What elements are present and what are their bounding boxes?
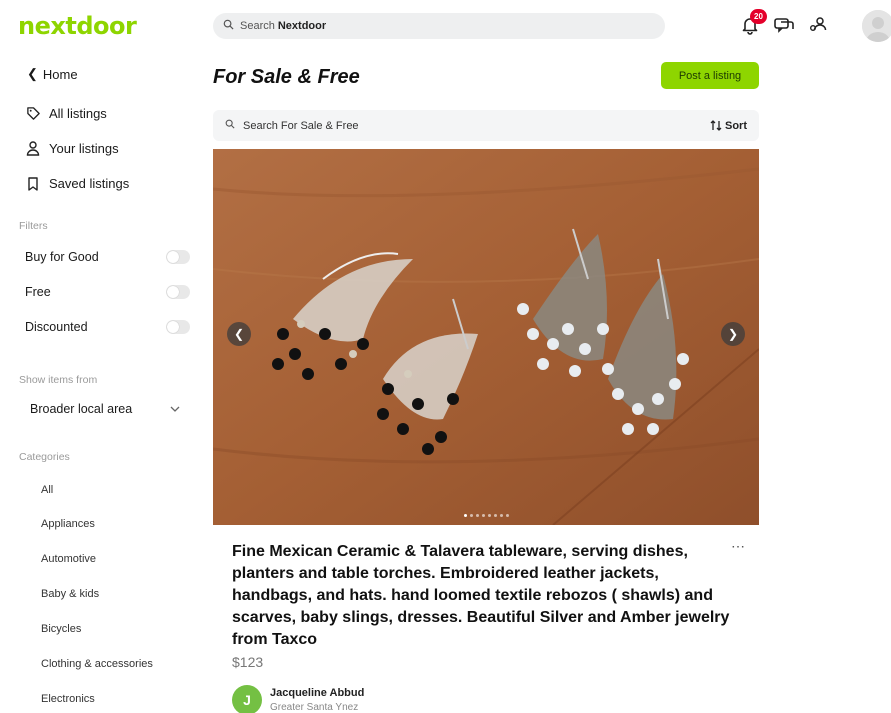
home-link[interactable]: ❮ Home [27,66,78,82]
person-icon [24,141,42,156]
previous-photo-button[interactable]: ❮ [227,322,251,346]
home-label: Home [42,66,78,82]
chevron-right-icon: ❯ [727,327,739,341]
pagination-dot[interactable] [475,514,479,517]
category-electronics[interactable]: Electronics [41,693,95,705]
sort-button[interactable]: Sort [710,120,747,132]
pagination-dot[interactable] [493,514,497,517]
profile-avatar[interactable] [862,10,891,42]
pagination-dot[interactable] [469,514,473,517]
notification-badge: 20 [750,9,767,24]
neighbors-button[interactable] [801,10,835,40]
search-icon [225,119,235,132]
ellipsis-icon: ⋯ [731,538,746,554]
bookmark-icon [24,176,42,191]
category-clothing[interactable]: Clothing & accessories [41,658,153,670]
categories-heading: Categories [19,451,70,463]
filter-label: Free [25,285,51,299]
messages-button[interactable] [767,10,801,40]
listing-price: $123 [232,654,264,670]
area-select-value: Broader local area [30,402,133,416]
category-automotive[interactable]: Automotive [41,553,96,565]
people-icon [810,17,827,31]
sort-icon [710,120,722,131]
pagination-dot[interactable] [481,514,485,517]
earrings-photo-image [213,149,759,525]
chevron-left-icon: ❮ [27,66,38,81]
seller-location: Greater Santa Ynez [270,702,359,713]
pagination-dot[interactable] [487,514,491,517]
search-prefix: Search [240,20,275,32]
filters-heading: Filters [19,220,48,232]
global-search-input[interactable]: Search Nextdoor [213,13,665,39]
sidebar-item-label: Saved listings [49,176,130,191]
sidebar-item-your-listings[interactable]: Your listings [24,141,119,156]
page-title: For Sale & Free [213,66,360,88]
notifications-button[interactable]: 20 [733,9,767,40]
sort-label: Sort [725,119,747,132]
toggle-switch[interactable] [166,320,190,334]
search-brand: Nextdoor [277,20,327,32]
sidebar-item-saved-listings[interactable]: Saved listings [24,176,129,191]
sidebar-item-all-listings[interactable]: All listings [24,106,107,121]
tag-icon [24,106,42,121]
next-photo-button[interactable]: ❯ [721,322,745,346]
toggle-switch[interactable] [166,250,190,264]
seller-avatar[interactable]: J [232,685,262,713]
photo-pagination [213,514,759,517]
toggle-switch[interactable] [166,285,190,299]
show-items-heading: Show items from [19,374,98,386]
category-all[interactable]: All [41,484,53,496]
listing-photo[interactable]: ❮ ❯ [213,149,759,525]
sidebar-item-label: Your listings [49,141,119,156]
chevron-down-icon [170,406,180,412]
listing-title[interactable]: Fine Mexican Ceramic & Talavera tablewar… [232,541,732,651]
filter-discounted[interactable]: Discounted [25,320,190,334]
search-icon [223,19,234,33]
seller-name[interactable]: Jacqueline Abbud [270,687,364,699]
filter-buy-for-good[interactable]: Buy for Good [25,250,190,264]
category-baby-kids[interactable]: Baby & kids [41,588,99,600]
pagination-dot[interactable] [499,514,503,517]
more-options-button[interactable]: ⋯ [731,538,746,555]
app-root: nextdoor Search Nextdoor 20 ❮ Home All l… [0,0,891,713]
filter-label: Buy for Good [25,250,99,264]
chevron-left-icon: ❮ [233,327,245,341]
filter-label: Discounted [25,320,88,334]
category-bicycles[interactable]: Bicycles [41,623,81,635]
post-listing-button[interactable]: Post a listing [661,62,759,89]
top-actions: 20 [733,9,835,40]
nextdoor-logo[interactable]: nextdoor [18,12,137,40]
listings-search-input[interactable]: Search For Sale & Free Sort [213,110,759,141]
chat-icon [774,18,794,33]
area-select[interactable]: Broader local area [30,402,180,416]
pagination-dot[interactable] [463,514,467,517]
filter-free[interactable]: Free [25,285,190,299]
category-appliances[interactable]: Appliances [41,518,95,530]
listings-search-placeholder: Search For Sale & Free [243,119,359,132]
pagination-dot[interactable] [505,514,509,517]
sidebar-item-label: All listings [49,106,107,121]
